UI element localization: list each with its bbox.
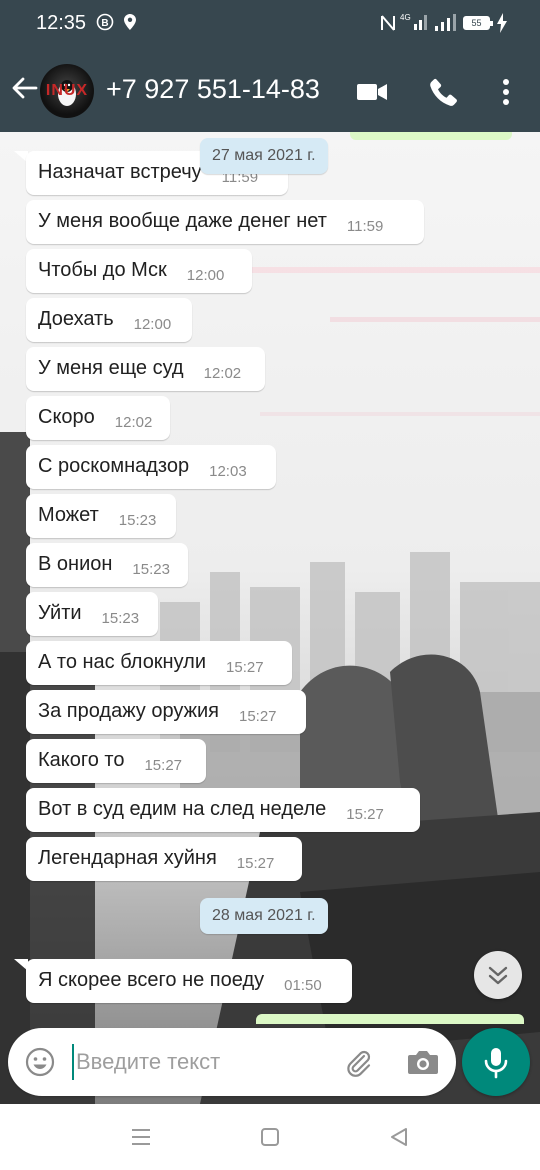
message-bubble[interactable]: Доехать 12:00	[26, 298, 192, 342]
message-bubble[interactable]: А то нас блокнули 15:27	[26, 641, 292, 685]
scroll-to-bottom-button[interactable]	[474, 951, 522, 999]
message-time: 12:02	[203, 365, 242, 382]
message-input[interactable]	[72, 1044, 326, 1080]
message-bubble[interactable]: У меня вообще даже денег нет 11:59	[26, 200, 424, 244]
location-icon	[124, 14, 136, 34]
avatar[interactable]: INUX	[40, 64, 94, 118]
back-arrow-icon[interactable]	[10, 74, 38, 102]
message-text: С роскомнадзор	[38, 455, 190, 477]
status-time: 12:35	[36, 12, 87, 34]
message-bubble[interactable]: Уйти 15:23	[26, 592, 158, 636]
date-separator: 27 мая 2021 г.	[200, 138, 328, 174]
message-bubble[interactable]: В онион 15:23	[26, 543, 188, 587]
message-bubble[interactable]: Какого то 15:27	[26, 739, 206, 783]
message-time: 15:23	[118, 512, 157, 529]
charging-icon	[496, 13, 508, 37]
avatar-logo-text: INUX	[45, 82, 89, 99]
message-input-container	[8, 1028, 456, 1096]
message-bubble[interactable]: У меня еще суд 12:02	[26, 347, 265, 391]
message-text: Какого то	[38, 749, 125, 771]
emoji-icon[interactable]	[24, 1046, 56, 1078]
contact-name[interactable]: +7 927 551-14-83	[106, 74, 320, 105]
svg-text:B: B	[101, 18, 108, 29]
message-text: Скоро	[38, 406, 95, 428]
system-nav-bar	[0, 1104, 540, 1170]
message-time: 12:03	[209, 463, 247, 480]
message-time: 15:23	[132, 561, 170, 578]
message-time: 01:50	[284, 977, 322, 994]
message-text: А то нас блокнули	[38, 651, 207, 673]
chat-header: INUX +7 927 551-14-83	[0, 48, 540, 132]
home-nav-icon[interactable]	[259, 1126, 281, 1153]
nfc-icon	[380, 14, 396, 36]
message-time: 15:27	[238, 708, 277, 725]
menu-nav-icon[interactable]	[130, 1126, 152, 1153]
chat-area[interactable]: Назначат встречу 11:59 27 мая 2021 г. У м…	[0, 132, 540, 1104]
battery-icon: 55	[463, 16, 493, 30]
message-text: Доехать	[38, 308, 114, 330]
date-separator: 28 мая 2021 г.	[200, 898, 328, 934]
message-bubble[interactable]: С роскомнадзор 12:03	[26, 445, 276, 489]
signal-4g-icon: 4G	[400, 12, 428, 36]
message-text: Чтобы до Мск	[38, 259, 167, 281]
double-chevron-down-icon	[488, 966, 508, 985]
back-nav-icon[interactable]	[388, 1126, 410, 1153]
outgoing-bubble-partial[interactable]	[256, 1014, 524, 1024]
voice-message-button[interactable]	[462, 1028, 530, 1096]
message-text: За продажу оружия	[38, 700, 219, 722]
message-time: 15:27	[346, 806, 384, 823]
camera-icon[interactable]	[406, 1046, 440, 1078]
message-text: Может	[38, 504, 99, 526]
status-bar: 12:35 B 4G 55	[0, 0, 540, 48]
message-time: 11:59	[346, 218, 384, 235]
message-time: 12:00	[186, 267, 225, 284]
message-text: Уйти	[38, 602, 82, 624]
outgoing-bubble-partial[interactable]	[350, 132, 512, 140]
more-icon[interactable]	[492, 76, 520, 108]
video-call-icon[interactable]	[356, 76, 388, 108]
message-bubble[interactable]: Легендарная хуйня 15:27	[26, 837, 302, 881]
phone-icon[interactable]	[428, 76, 460, 108]
message-time: 12:02	[114, 414, 153, 431]
message-text: Назначат встречу	[38, 161, 202, 183]
message-time: 15:23	[101, 610, 140, 627]
message-bubble[interactable]: Я скорее всего не поеду 01:50	[26, 959, 352, 1003]
message-text: У меня вообще даже денег нет	[38, 210, 327, 232]
message-text: Я скорее всего не поеду	[38, 969, 265, 991]
message-text: У меня еще суд	[38, 357, 184, 379]
message-time: 15:27	[236, 855, 275, 872]
microphone-icon	[484, 1048, 508, 1079]
b-circle-icon: B	[96, 13, 114, 35]
attach-icon[interactable]	[342, 1046, 374, 1078]
signal-icon	[434, 12, 456, 36]
message-time: 15:27	[144, 757, 183, 774]
message-time: 12:00	[133, 316, 172, 333]
message-bubble[interactable]: За продажу оружия 15:27	[26, 690, 306, 734]
message-text: Легендарная хуйня	[38, 847, 217, 869]
svg-text:4G: 4G	[400, 13, 411, 22]
message-text: В онион	[38, 553, 113, 575]
composer	[0, 1024, 540, 1104]
message-time: 15:27	[226, 659, 264, 676]
message-bubble[interactable]: Скоро 12:02	[26, 396, 170, 440]
message-bubble[interactable]: Вот в суд едим на след неделе 15:27	[26, 788, 420, 832]
message-bubble[interactable]: Может 15:23	[26, 494, 176, 538]
message-text: Вот в суд едим на след неделе	[38, 798, 327, 820]
message-bubble[interactable]: Чтобы до Мск 12:00	[26, 249, 252, 293]
